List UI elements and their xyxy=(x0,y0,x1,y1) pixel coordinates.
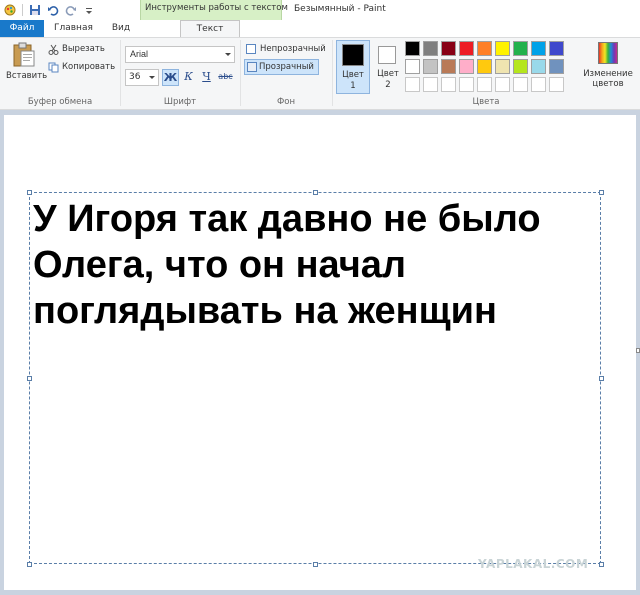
save-icon[interactable] xyxy=(29,4,41,16)
color1-button[interactable]: Цвет 1 xyxy=(336,40,370,94)
palette-color-swatch[interactable] xyxy=(423,77,438,92)
palette-color-swatch[interactable] xyxy=(459,41,474,56)
watermark: YAPLAKAL.COM xyxy=(478,557,589,571)
colors-group-label: Цвета xyxy=(472,97,500,107)
tab-file[interactable]: Файл xyxy=(0,20,44,37)
font-family-select[interactable]: Arial xyxy=(125,46,235,63)
palette-color-swatch[interactable] xyxy=(549,41,564,56)
palette-color-swatch[interactable] xyxy=(459,77,474,92)
color1-label: Цвет xyxy=(342,70,364,80)
paste-button[interactable] xyxy=(4,40,48,94)
tab-row xyxy=(0,20,640,37)
font-size-value: 36 xyxy=(129,72,141,82)
undo-icon[interactable] xyxy=(47,4,59,16)
palette-color-swatch[interactable] xyxy=(405,59,420,74)
palette-color-swatch[interactable] xyxy=(531,59,546,74)
text-line-3: поглядывать на женщин xyxy=(33,290,497,332)
palette-color-swatch[interactable] xyxy=(477,77,492,92)
toolbar-divider xyxy=(22,4,23,16)
edit-colors-label-1: Изменение xyxy=(583,69,633,79)
clipboard-group-label: Буфер обмена xyxy=(27,97,93,107)
scissors-icon xyxy=(48,44,59,55)
color2-swatch xyxy=(378,46,396,64)
tab-text[interactable]: Текст xyxy=(180,20,240,38)
palette-color-swatch[interactable] xyxy=(531,41,546,56)
color1-swatch xyxy=(342,44,364,66)
chevron-down-icon xyxy=(225,53,231,56)
copy-button[interactable]: Копировать xyxy=(62,62,115,72)
edit-colors-label-2: цветов xyxy=(592,79,624,89)
font-group-label: Шрифт xyxy=(163,97,197,107)
color2-label: Цвет xyxy=(377,69,399,79)
resize-handle-sw[interactable] xyxy=(27,562,32,567)
group-divider xyxy=(332,40,333,106)
palette-color-swatch[interactable] xyxy=(477,41,492,56)
bold-button[interactable]: Ж xyxy=(162,69,179,86)
palette-color-swatch[interactable] xyxy=(495,59,510,74)
edit-colors-button[interactable]: Изменение цветов xyxy=(580,42,636,94)
canvas-text[interactable]: У Игоря так давно не было Олега, что он … xyxy=(33,196,593,334)
opaque-label: Непрозрачный xyxy=(260,44,326,54)
chevron-down-icon xyxy=(149,76,155,79)
resize-handle-se[interactable] xyxy=(599,562,604,567)
text-line-2: Олега, что он начал xyxy=(33,244,407,286)
underline-button[interactable]: Ч xyxy=(198,69,215,86)
italic-button[interactable]: К xyxy=(180,69,197,86)
paste-label: Вставить xyxy=(6,71,48,81)
palette-color-swatch[interactable] xyxy=(513,77,528,92)
tab-view[interactable]: Вид xyxy=(106,20,136,37)
opaque-background-button[interactable]: Непрозрачный xyxy=(246,43,326,57)
palette-color-swatch[interactable] xyxy=(405,77,420,92)
palette-color-swatch[interactable] xyxy=(441,41,456,56)
background-group-label: Фон xyxy=(276,97,296,107)
palette-color-swatch[interactable] xyxy=(441,59,456,74)
color-palette xyxy=(405,41,575,92)
resize-handle-w[interactable] xyxy=(27,376,32,381)
palette-color-swatch[interactable] xyxy=(441,77,456,92)
transparent-background-button[interactable]: Прозрачный xyxy=(244,59,319,75)
palette-color-swatch[interactable] xyxy=(423,41,438,56)
palette-color-swatch[interactable] xyxy=(495,41,510,56)
customize-dropdown-icon[interactable] xyxy=(83,4,95,16)
window-title: Безымянный - Paint xyxy=(294,4,386,14)
strikethrough-button[interactable]: abc xyxy=(217,69,234,86)
quick-access-toolbar xyxy=(4,3,95,17)
transparent-icon xyxy=(247,62,257,72)
color1-number: 1 xyxy=(350,81,356,91)
palette-color-swatch[interactable] xyxy=(549,59,564,74)
redo-icon[interactable] xyxy=(65,4,77,16)
font-size-select[interactable]: 36 xyxy=(125,69,159,86)
context-group-title: Инструменты работы с текстом xyxy=(145,3,288,13)
copy-icon xyxy=(48,62,59,73)
text-line-1: У Игоря так давно не было xyxy=(33,198,541,240)
color2-number: 2 xyxy=(385,80,391,90)
palette-color-swatch[interactable] xyxy=(549,77,564,92)
edit-colors-icon xyxy=(598,42,618,64)
resize-handle-ne[interactable] xyxy=(599,190,604,195)
palette-color-swatch[interactable] xyxy=(423,59,438,74)
resize-handle-e[interactable] xyxy=(599,376,604,381)
palette-color-swatch[interactable] xyxy=(531,77,546,92)
tab-home[interactable]: Главная xyxy=(54,20,93,37)
clipboard-icon xyxy=(13,42,35,67)
opaque-icon xyxy=(246,44,256,54)
paint-app-icon[interactable] xyxy=(4,4,16,16)
palette-color-swatch[interactable] xyxy=(513,59,528,74)
resize-handle-n[interactable] xyxy=(313,190,318,195)
transparent-label: Прозрачный xyxy=(259,62,314,72)
palette-color-swatch[interactable] xyxy=(405,41,420,56)
resize-handle-s[interactable] xyxy=(313,562,318,567)
font-family-value: Arial xyxy=(130,49,149,59)
palette-color-swatch[interactable] xyxy=(477,59,492,74)
palette-color-swatch[interactable] xyxy=(513,41,528,56)
canvas-resize-handle[interactable] xyxy=(636,348,640,353)
palette-color-swatch[interactable] xyxy=(459,59,474,74)
color2-button[interactable]: Цвет 2 xyxy=(374,40,402,94)
cut-button[interactable]: Вырезать xyxy=(62,44,105,54)
palette-color-swatch[interactable] xyxy=(495,77,510,92)
resize-handle-nw[interactable] xyxy=(27,190,32,195)
